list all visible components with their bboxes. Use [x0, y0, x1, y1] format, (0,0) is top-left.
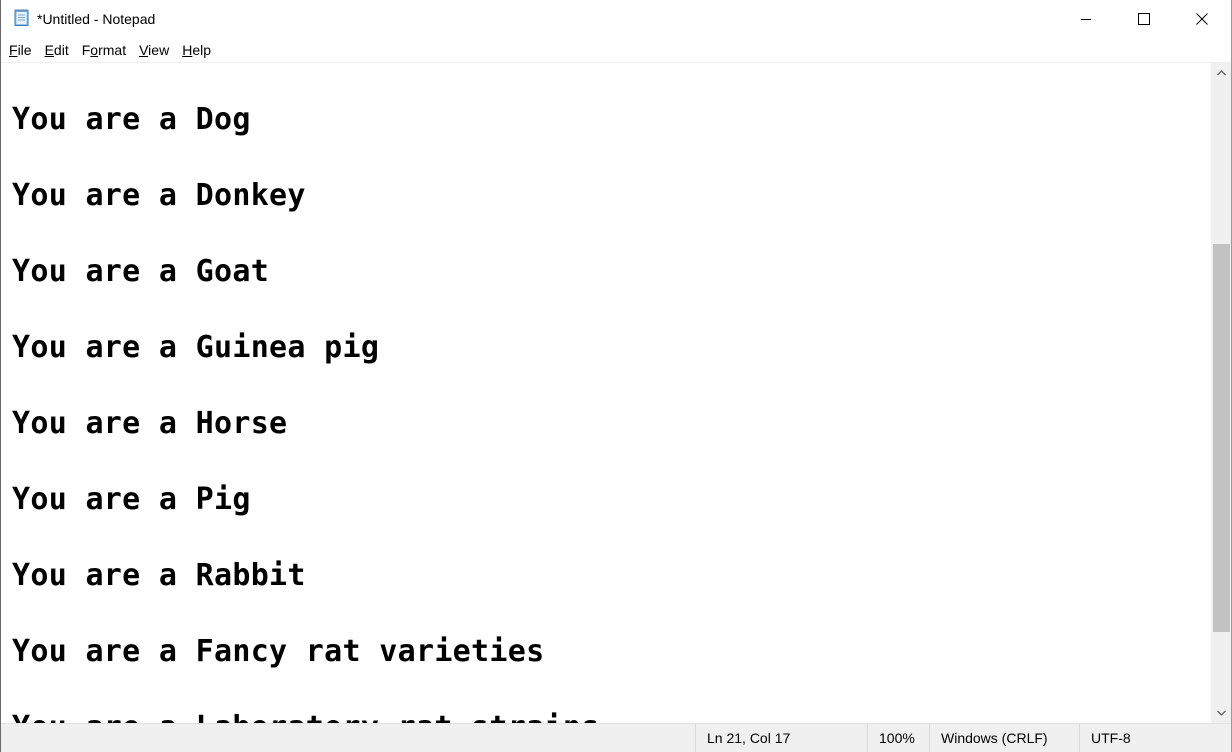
scroll-down-button[interactable]: [1211, 703, 1231, 723]
menu-edit-mnemonic: E: [44, 42, 54, 58]
text-line-partial: You are a Laboratory rat strains: [12, 710, 600, 723]
menu-format-mnemonic: o: [90, 42, 99, 58]
menu-format-label: rmat: [98, 42, 127, 58]
maximize-icon: [1138, 13, 1150, 25]
notepad-icon[interactable]: [13, 9, 31, 27]
menu-file-mnemonic: F: [9, 42, 18, 58]
menu-edit-label: dit: [53, 42, 69, 58]
menu-edit[interactable]: Edit: [39, 39, 75, 61]
text-line: You are a Donkey: [12, 178, 306, 213]
menu-view[interactable]: View: [133, 39, 175, 61]
text-line: You are a Goat: [12, 254, 270, 289]
status-bar: Ln 21, Col 17 100% Windows (CRLF) UTF-8: [1, 723, 1231, 752]
close-icon: [1196, 13, 1208, 25]
scroll-up-button[interactable]: [1211, 63, 1231, 83]
scroll-down-arrow-icon: [1217, 710, 1226, 716]
menu-help-mnemonic: H: [182, 42, 193, 58]
vertical-scrollbar[interactable]: [1211, 63, 1231, 723]
menu-view-label: iew: [148, 42, 170, 58]
menu-view-mnemonic: V: [139, 42, 149, 58]
notepad-window: *Untitled - Notepad File Edit Format Vie…: [0, 0, 1232, 752]
status-line-ending: Windows (CRLF): [929, 724, 1079, 752]
close-button[interactable]: [1173, 0, 1231, 38]
menu-help[interactable]: Help: [176, 39, 217, 61]
text-line: You are a Pig: [12, 482, 251, 517]
window-title: *Untitled - Notepad: [37, 11, 156, 27]
menu-format-prefix: F: [81, 42, 91, 58]
minimize-button[interactable]: [1057, 0, 1115, 38]
scrollbar-thumb[interactable]: [1213, 244, 1230, 632]
text-line: You are a Guinea pig: [12, 330, 380, 365]
menu-bar: File Edit Format View Help: [1, 38, 1231, 62]
status-zoom: 100%: [867, 724, 929, 752]
menu-file[interactable]: File: [3, 39, 38, 61]
menu-file-label: ile: [17, 42, 32, 58]
menu-format[interactable]: Format: [76, 39, 132, 61]
text-line: You are a Rabbit: [12, 558, 306, 593]
title-bar[interactable]: *Untitled - Notepad: [1, 0, 1231, 38]
status-encoding: UTF-8: [1079, 724, 1229, 752]
text-editor[interactable]: You are a Dog You are a Donkey You are a…: [1, 63, 1211, 723]
text-line: You are a Dog: [12, 102, 251, 137]
text-line: You are a Horse: [12, 406, 288, 441]
menu-help-label: elp: [192, 42, 211, 58]
status-cursor-position: Ln 21, Col 17: [695, 724, 868, 752]
minimize-icon: [1081, 19, 1091, 20]
text-line: You are a Fancy rat varieties: [12, 634, 545, 669]
scroll-up-arrow-icon: [1217, 70, 1226, 76]
maximize-button[interactable]: [1115, 0, 1173, 38]
